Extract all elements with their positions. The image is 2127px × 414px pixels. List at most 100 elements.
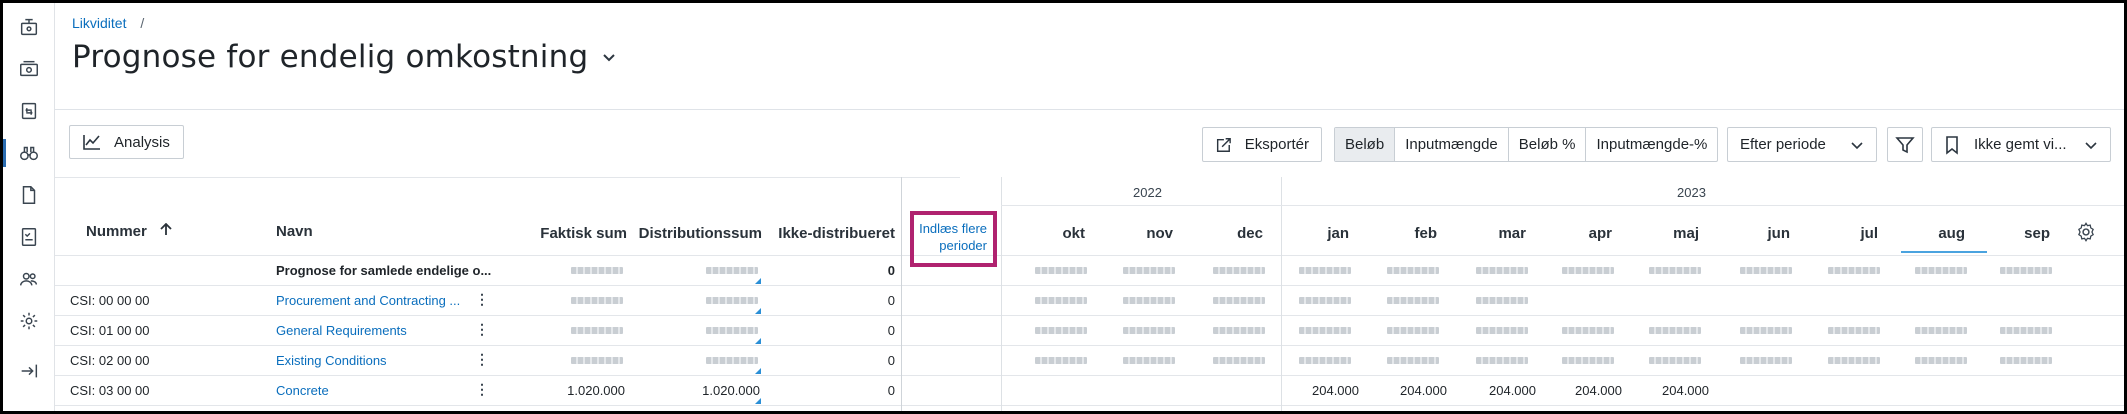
blurred-month-value	[1123, 327, 1175, 334]
blurred-month-value	[1387, 327, 1439, 334]
blurred-month-value	[2000, 327, 2052, 334]
view-mode-belob[interactable]: Beløb	[1335, 128, 1395, 161]
month-header-apr[interactable]: apr	[1582, 225, 1612, 242]
month-header-mar[interactable]: mar	[1496, 225, 1526, 242]
blurred-month-value	[1562, 267, 1614, 274]
row-actual-sum: 1.020.000	[567, 383, 625, 398]
sort-up-icon	[160, 222, 172, 235]
current-month-indicator	[1901, 251, 1987, 253]
analysis-label: Analysis	[114, 133, 170, 151]
row-menu-button[interactable]: ⋮	[475, 291, 489, 308]
month-header-okt[interactable]: okt	[1055, 225, 1086, 242]
row-divider	[55, 285, 2124, 286]
year-divider	[1281, 177, 1282, 411]
month-value-maj: 204.000	[1662, 383, 1709, 398]
blurred-month-value	[1035, 327, 1087, 334]
row-name-link[interactable]: Procurement and Contracting ...	[276, 293, 460, 308]
month-value-apr: 204.000	[1575, 383, 1622, 398]
page-title-select[interactable]: Prognose for endelig omkostning	[72, 39, 616, 75]
row-not-distributed: 0	[887, 383, 895, 398]
year-header-2023: 2023	[1677, 185, 1706, 200]
view-mode-toggle[interactable]: Beløb Inputmængde Beløb % Inputmængde-%	[1334, 127, 1719, 162]
column-header-number-label: Nummer	[86, 223, 147, 240]
gear-icon[interactable]	[3, 301, 55, 341]
document-icon[interactable]	[3, 175, 55, 215]
row-name-link[interactable]: Concrete	[276, 383, 329, 398]
blurred-month-value	[1476, 357, 1528, 364]
export-button[interactable]: Eksportér	[1202, 127, 1322, 162]
blurred-month-value	[1649, 357, 1701, 364]
load-more-periods-button[interactable]: Indlæs flere perioder	[910, 211, 997, 267]
month-header-sep[interactable]: sep	[2020, 225, 2050, 242]
export-icon	[1216, 137, 1231, 152]
view-mode-inputmaengde-pct[interactable]: Inputmængde-%	[1585, 128, 1717, 161]
distribution-marker	[755, 308, 761, 314]
view-mode-belob-pct[interactable]: Beløb %	[1507, 128, 1586, 161]
month-header-nov[interactable]: nov	[1143, 225, 1173, 242]
saved-view-select[interactable]: Ikke gemt vi...	[1931, 127, 2111, 162]
row-number: CSI: 02 00 00	[70, 353, 150, 368]
bookmark-icon	[1946, 135, 1958, 155]
checklist-icon[interactable]	[3, 217, 55, 257]
blurred-month-value	[1123, 267, 1175, 274]
row-menu-button[interactable]: ⋮	[475, 321, 489, 338]
blurred-month-value	[1387, 297, 1439, 304]
blurred-month-value	[1476, 297, 1528, 304]
collapse-icon[interactable]	[3, 351, 55, 391]
filter-button[interactable]	[1887, 127, 1923, 162]
forecast-table: 2022 2023 Nummer Navn Faktisk sum Distri…	[55, 177, 2124, 411]
settings-gear-icon[interactable]	[2075, 221, 2097, 243]
transfer-icon[interactable]	[3, 7, 55, 47]
breadcrumb-link-likviditet[interactable]: Likviditet	[72, 15, 126, 31]
blurred-month-value	[1035, 297, 1087, 304]
binoculars-icon[interactable]	[3, 133, 55, 173]
blurred-month-value	[1299, 267, 1351, 274]
column-header-number[interactable]: Nummer	[86, 222, 173, 240]
row-menu-button[interactable]: ⋮	[475, 381, 489, 398]
blurred-month-value	[1562, 357, 1614, 364]
row-menu-button[interactable]: ⋮	[475, 351, 489, 368]
money-icon[interactable]	[3, 49, 55, 89]
header-bottom-border	[55, 255, 2124, 256]
blurred-month-value	[1915, 357, 1967, 364]
analysis-button[interactable]: Analysis	[69, 125, 184, 159]
column-divider	[1001, 177, 1002, 411]
column-header-distribution-sum[interactable]: Distributionssum	[635, 225, 762, 242]
distribution-marker	[755, 278, 761, 284]
month-header-aug[interactable]: aug	[1935, 225, 1965, 242]
row-number: CSI: 00 00 00	[70, 293, 150, 308]
period-select[interactable]: Efter periode	[1727, 127, 1877, 162]
saved-view-value: Ikke gemt vi...	[1974, 136, 2067, 153]
load-more-line2: perioder	[939, 238, 987, 253]
row-name-link[interactable]: Existing Conditions	[276, 353, 387, 368]
exchange-icon[interactable]	[3, 91, 55, 131]
column-header-name[interactable]: Navn	[276, 223, 313, 240]
blurred-value	[571, 327, 623, 334]
column-header-actual-sum[interactable]: Faktisk sum	[505, 225, 627, 242]
blurred-month-value	[1740, 327, 1792, 334]
month-header-jul[interactable]: jul	[1848, 225, 1879, 242]
row-divider	[55, 375, 2124, 376]
month-header-dec[interactable]: dec	[1233, 225, 1263, 242]
frozen-columns-divider	[901, 177, 902, 411]
row-total-not-distributed: 0	[887, 263, 895, 278]
table-top-border	[55, 177, 960, 178]
row-name-link[interactable]: General Requirements	[276, 323, 407, 338]
filter-icon	[1895, 136, 1915, 153]
month-header-maj[interactable]: maj	[1669, 225, 1699, 242]
users-icon[interactable]	[3, 259, 55, 299]
year-header-2022: 2022	[1133, 185, 1162, 200]
blurred-month-value	[1915, 267, 1967, 274]
column-header-not-distributed[interactable]: Ikke-distribueret	[770, 225, 895, 242]
row-divider	[55, 405, 2124, 406]
month-header-jan[interactable]: jan	[1319, 225, 1349, 242]
month-value-jan: 204.000	[1312, 383, 1359, 398]
distribution-marker	[755, 368, 761, 374]
blurred-month-value	[1476, 267, 1528, 274]
blurred-month-value	[1299, 297, 1351, 304]
blurred-value	[571, 267, 623, 274]
month-header-jun[interactable]: jun	[1760, 225, 1791, 242]
view-mode-inputmaengde[interactable]: Inputmængde	[1394, 128, 1508, 161]
blurred-month-value	[1828, 267, 1880, 274]
month-header-feb[interactable]: feb	[1407, 225, 1438, 242]
